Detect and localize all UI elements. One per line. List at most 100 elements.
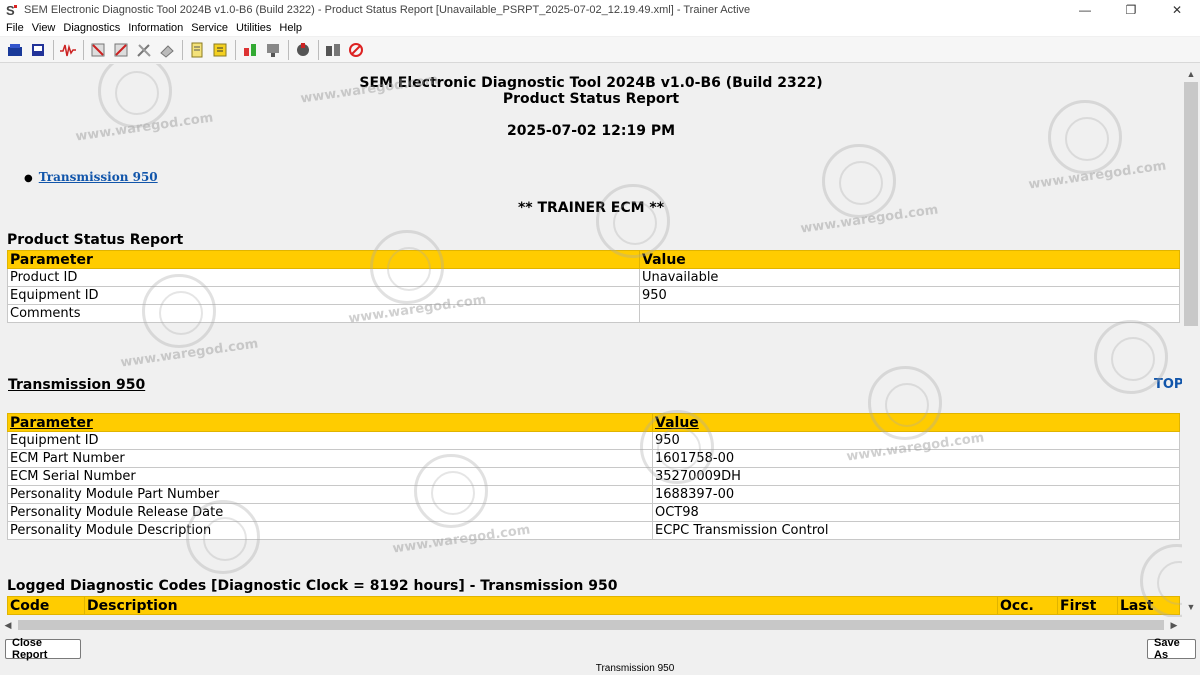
scroll-right-icon[interactable]: ▶ (1166, 617, 1182, 633)
report-view[interactable]: SEM Electronic Diagnostic Tool 2024B v1.… (0, 64, 1182, 617)
module-table: Parameter Value Equipment ID 950 ECM Par… (7, 413, 1180, 540)
parameter-cell: Personality Module Description (7, 521, 653, 540)
vertical-scrollbar[interactable]: ▲ ▼ (1182, 64, 1200, 617)
clear-codes-icon[interactable] (110, 39, 132, 61)
codes-table: Code Description Occ. First Last (7, 596, 1180, 615)
menu-information[interactable]: Information (124, 22, 187, 34)
waveform-icon[interactable] (57, 39, 79, 61)
trainer-icon[interactable] (322, 39, 344, 61)
eraser-icon[interactable] (156, 39, 178, 61)
parameter-cell: ECM Serial Number (7, 467, 653, 486)
menu-file[interactable]: File (2, 22, 28, 34)
horizontal-scrollbar[interactable]: ◀ ▶ (0, 617, 1182, 633)
bullet-icon: ● (24, 173, 33, 184)
tools-icon[interactable] (133, 39, 155, 61)
scroll-left-icon[interactable]: ◀ (0, 617, 16, 633)
value-cell: 1688397-00 (652, 485, 1180, 504)
codes-icon[interactable] (87, 39, 109, 61)
toc-link-transmission[interactable]: Transmission 950 (39, 170, 158, 184)
parameter-cell: Equipment ID (7, 286, 640, 305)
table-header-row: Parameter Value (7, 413, 1180, 432)
engine-icon[interactable] (292, 39, 314, 61)
scroll-thumb[interactable] (1184, 82, 1198, 326)
watermark-text: www.waregod.com (1027, 158, 1168, 193)
minimize-icon[interactable]: — (1062, 0, 1108, 20)
value-cell: ECPC Transmission Control (652, 521, 1180, 540)
parameter-cell: Product ID (7, 268, 640, 287)
status-tab-label: Transmission 950 (595, 663, 675, 674)
table-row: Equipment ID 950 (7, 286, 1180, 305)
table-row: Personality Module Part Number 1688397-0… (7, 485, 1180, 504)
programming-icon[interactable] (262, 39, 284, 61)
top-link[interactable]: TOP (1154, 377, 1182, 392)
save-as-button[interactable]: Save As (1147, 637, 1196, 661)
watermark-stamp (596, 184, 670, 258)
scroll-down-icon[interactable]: ▼ (1182, 599, 1200, 615)
toc-list: ● Transmission 950 (24, 170, 158, 184)
report-timestamp: 2025-07-02 12:19 PM (506, 123, 676, 139)
menu-bar: File View Diagnostics Information Servic… (0, 20, 1200, 36)
bottom-bar: Close Report Save As Transmission 950 (0, 633, 1200, 675)
status-icon[interactable] (209, 39, 231, 61)
codes-section-title: Logged Diagnostic Codes [Diagnostic Cloc… (7, 578, 618, 594)
menu-service[interactable]: Service (187, 22, 232, 34)
app-logo-icon: S (4, 2, 20, 18)
notepad-icon[interactable] (186, 39, 208, 61)
parameter-cell: Personality Module Release Date (7, 503, 653, 522)
table-row: Product ID Unavailable (7, 268, 1180, 287)
print-icon[interactable] (27, 39, 49, 61)
header-value: Value (639, 250, 1180, 269)
value-cell: OCT98 (652, 503, 1180, 522)
trainer-ecm-banner: ** TRAINER ECM ** (517, 200, 665, 216)
table-row: Comments (7, 304, 1180, 323)
menu-help[interactable]: Help (275, 22, 306, 34)
window-title: SEM Electronic Diagnostic Tool 2024B v1.… (24, 4, 751, 16)
scroll-up-icon[interactable]: ▲ (1182, 66, 1200, 82)
table-row: Equipment ID 950 (7, 431, 1180, 450)
value-cell: 1601758-00 (652, 449, 1180, 468)
title-bar: S SEM Electronic Diagnostic Tool 2024B v… (0, 0, 1200, 20)
report-tool-name: SEM Electronic Diagnostic Tool 2024B v1.… (359, 75, 823, 91)
parameter-cell: ECM Part Number (7, 449, 653, 468)
table-row: ECM Part Number 1601758-00 (7, 449, 1180, 468)
menu-utilities[interactable]: Utilities (232, 22, 275, 34)
menu-diagnostics[interactable]: Diagnostics (59, 22, 124, 34)
value-cell: Unavailable (639, 268, 1180, 287)
maximize-icon[interactable]: ❐ (1108, 0, 1154, 20)
header-first: First (1057, 596, 1118, 615)
menu-view[interactable]: View (28, 22, 60, 34)
calibration-icon[interactable] (239, 39, 261, 61)
table-header-row: Code Description Occ. First Last (7, 596, 1180, 615)
header-occurrences: Occ. (997, 596, 1058, 615)
close-report-button[interactable]: Close Report (5, 637, 81, 661)
value-cell (639, 304, 1180, 323)
scroll-thumb[interactable] (18, 620, 1164, 630)
status-tab[interactable]: Transmission 950 (0, 663, 1200, 675)
connect-icon[interactable] (4, 39, 26, 61)
module-section-title: Transmission 950 (8, 377, 146, 393)
value-cell: 35270009DH (652, 467, 1180, 486)
parameter-cell: Equipment ID (7, 431, 653, 450)
watermark-text: www.waregod.com (119, 336, 260, 371)
table-header-row: Parameter Value (7, 250, 1180, 269)
table-row: ECM Serial Number 35270009DH (7, 467, 1180, 486)
value-cell: 950 (652, 431, 1180, 450)
header-value: Value (652, 413, 1180, 432)
product-table: Parameter Value Product ID Unavailable E… (7, 250, 1180, 323)
header-description: Description (84, 596, 998, 615)
parameter-cell: Comments (7, 304, 640, 323)
toolbar (0, 37, 1200, 63)
header-code: Code (7, 596, 85, 615)
close-icon[interactable]: ✕ (1154, 0, 1200, 20)
table-row: Personality Module Description ECPC Tran… (7, 521, 1180, 540)
svg-text:S: S (6, 3, 15, 17)
product-section-title: Product Status Report (7, 232, 184, 248)
header-parameter: Parameter (7, 413, 653, 432)
report-title: Product Status Report (502, 91, 680, 107)
parameter-cell: Personality Module Part Number (7, 485, 653, 504)
header-last: Last (1117, 596, 1180, 615)
header-parameter: Parameter (7, 250, 640, 269)
value-cell: 950 (639, 286, 1180, 305)
table-row: Personality Module Release Date OCT98 (7, 503, 1180, 522)
disconnect-icon[interactable] (345, 39, 367, 61)
